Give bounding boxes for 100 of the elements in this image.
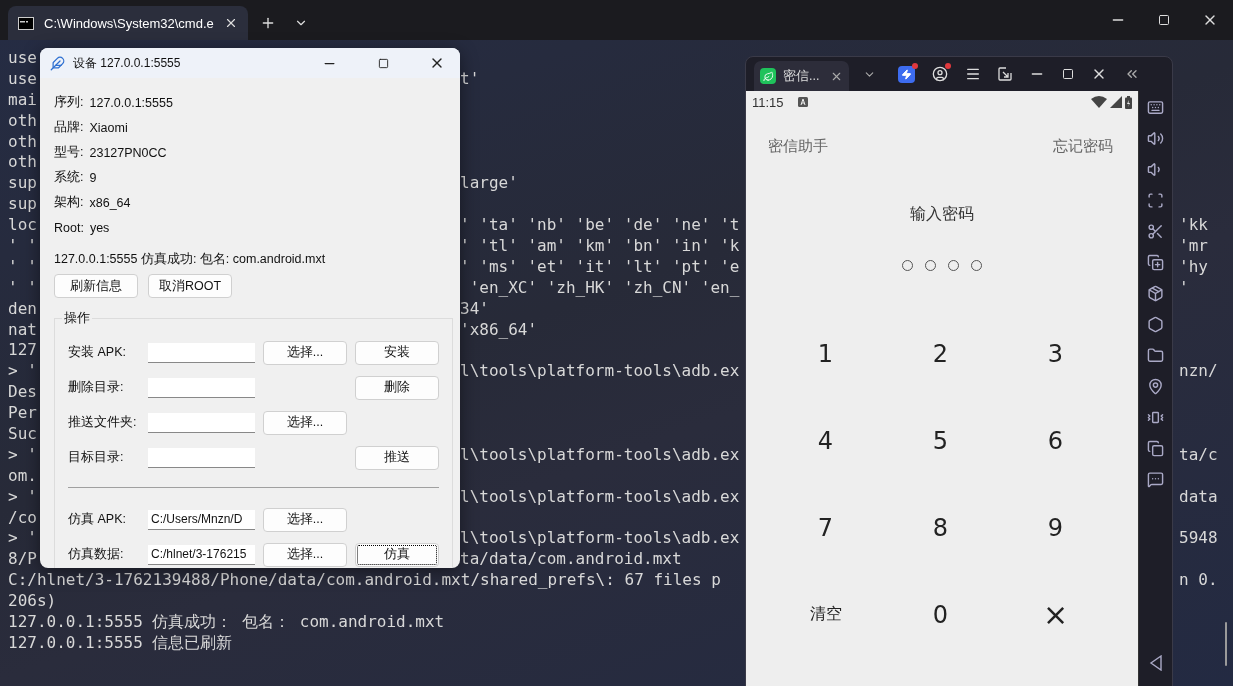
copy-icon[interactable] (1147, 440, 1164, 457)
window-title: 设备 127.0.0.1:5555 (73, 54, 182, 72)
menu-icon[interactable] (965, 66, 981, 82)
more-icon[interactable] (1147, 471, 1164, 488)
keypad-key[interactable]: 3 (1047, 339, 1064, 368)
action-button[interactable]: 推送 (355, 445, 439, 470)
input-field[interactable]: C:/Users/Mnzn/D (148, 509, 255, 530)
terminal-text: use (8, 68, 37, 90)
terminal-text: large' (460, 173, 518, 195)
battery-icon (1125, 95, 1132, 109)
keypad-key[interactable]: × (1042, 597, 1069, 632)
keypad-key[interactable]: 4 (817, 426, 834, 455)
info-label: 品牌: (54, 119, 84, 136)
keypad-key[interactable]: 2 (932, 339, 949, 368)
screenshot-icon[interactable] (1147, 192, 1164, 209)
action-button[interactable]: 刷新信息 (54, 274, 138, 298)
terminal-text: ' ' (8, 277, 37, 299)
terminal-text: ' ' (8, 236, 37, 257)
terminal-text: n 0. (1178, 570, 1218, 592)
choose-button[interactable]: 选择... (263, 410, 347, 435)
keypad-key[interactable]: 9 (1047, 513, 1064, 542)
location-icon[interactable] (1147, 378, 1164, 395)
keypad-key[interactable]: 清空 (809, 604, 842, 625)
keypad-key[interactable]: 7 (817, 513, 834, 542)
terminal-text: > ' (8, 361, 37, 383)
input-field[interactable] (148, 412, 255, 433)
terminal-tab[interactable]: C:\Windows\System32\cmd.e (8, 6, 248, 40)
vibrate-icon[interactable] (1147, 409, 1164, 426)
lightning-app-icon[interactable] (898, 65, 915, 83)
choose-button[interactable]: 选择... (263, 542, 347, 567)
field-label: 删除目录: (68, 379, 125, 396)
tab-title: 密信... (783, 67, 821, 85)
volume-up-icon[interactable] (1147, 130, 1164, 147)
terminal-text: 8/P (8, 549, 37, 571)
wifi-icon (1091, 96, 1107, 108)
terminal-text: ta/data/com.android.mxt (460, 549, 682, 571)
folder-icon[interactable] (1147, 347, 1164, 364)
info-value: 23127PN0CC (89, 145, 167, 160)
info-label: 架构: (54, 194, 84, 211)
keyboard-icon[interactable] (1147, 99, 1164, 116)
info-label: 型号: (54, 144, 84, 161)
status-text: 127.0.0.1:5555 仿真成功: 包名: com.android.mxt (54, 251, 327, 268)
clock-text: 11:15 (752, 94, 784, 110)
user-icon[interactable] (932, 66, 948, 82)
feather-icon (50, 55, 65, 71)
close-icon[interactable] (224, 16, 238, 30)
input-field[interactable] (148, 342, 255, 363)
info-value: 127.0.0.1:5555 (89, 95, 173, 110)
keypad-key[interactable]: 6 (1047, 426, 1064, 455)
keypad-key[interactable]: 1 (817, 339, 834, 368)
terminal-text: Suc (8, 424, 37, 445)
field-label: 仿真 APK: (68, 511, 127, 528)
package-icon[interactable] (1147, 285, 1164, 302)
terminal-text: l\tools\platform-tools\adb.ex (460, 486, 740, 508)
action-button[interactable]: 仿真 (355, 542, 439, 567)
action-button[interactable]: 安装 (355, 340, 439, 365)
terminal-text: oth (8, 152, 37, 174)
prompt-text: 输入密码 (910, 204, 974, 224)
terminal-text: > ' (8, 486, 37, 508)
choose-button[interactable]: 选择... (263, 340, 347, 365)
input-field[interactable]: C:/hlnet/3-176215 (148, 544, 255, 565)
info-label: Root: (54, 220, 84, 235)
terminal-text: nzn/ (1178, 361, 1218, 383)
scrollbar[interactable] (1225, 622, 1227, 666)
keypad-key[interactable]: 0 (932, 600, 949, 629)
terminal-text: 'kk (1178, 215, 1208, 237)
terminal-text: 'x86_64' (460, 319, 538, 341)
terminal-text: ' ' (8, 256, 37, 278)
forgot-password-link[interactable]: 忘记密码 (1053, 137, 1113, 156)
hexagon-icon[interactable] (1147, 316, 1164, 333)
keypad-key[interactable]: 8 (932, 513, 949, 542)
terminal-text: 'mr (1178, 236, 1208, 257)
info-value: x86_64 (89, 195, 131, 210)
input-field[interactable] (148, 447, 255, 468)
choose-button[interactable]: 选择... (263, 507, 347, 532)
terminal-icon (18, 16, 34, 30)
scissors-icon[interactable] (1147, 223, 1164, 240)
resize-icon[interactable] (998, 67, 1012, 81)
info-label: 系统: (54, 169, 84, 186)
field-label: 目标目录: (68, 449, 125, 466)
maximize-icon[interactable] (1062, 68, 1074, 80)
action-button[interactable]: 删除 (355, 375, 439, 400)
action-button[interactable]: 取消ROOT (148, 274, 232, 298)
back-icon[interactable] (1148, 655, 1163, 671)
field-label: 推送文件夹: (68, 414, 138, 431)
group-title: 操作 (63, 310, 91, 327)
terminal-text: 127.0.0.1:5555 仿真成功： 包名： com.android.mxt (8, 612, 445, 633)
add-window-icon[interactable] (1147, 254, 1164, 271)
terminal-text: 127.0.0.1:5555 信息已刷新 (8, 632, 233, 654)
input-field[interactable] (148, 377, 255, 398)
terminal-text: C:/hlnet/3-1762139488/Phone/data/com.android.mxt/shared_prefs\: 67 files p (8, 570, 721, 592)
terminal-text: use (8, 48, 37, 69)
field-label: 仿真数据: (68, 546, 125, 563)
terminal-text: l\tools\platform-tools\adb.ex (460, 528, 740, 550)
notification-icon (797, 97, 808, 107)
info-label: 序列: (54, 94, 84, 111)
terminal-text: /co (8, 507, 37, 529)
keypad-key[interactable]: 5 (932, 426, 949, 455)
terminal-text: > ' (8, 444, 37, 466)
app-tab[interactable]: 密信... (754, 61, 849, 91)
